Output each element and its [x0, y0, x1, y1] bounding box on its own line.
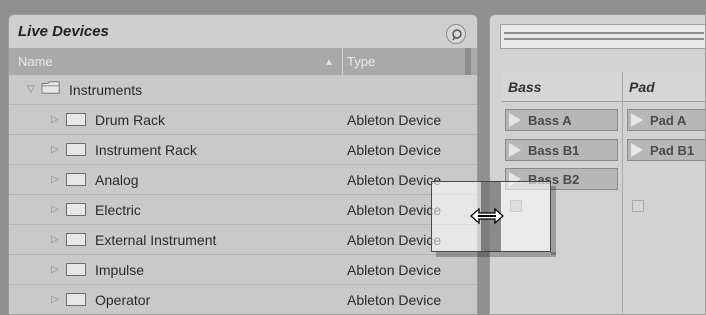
device-label: External Instrument: [95, 232, 217, 248]
expand-triangle-icon[interactable]: ▷: [51, 294, 59, 305]
expand-triangle-icon[interactable]: ▷: [51, 204, 59, 215]
clip-slot[interactable]: Bass B1: [505, 139, 618, 161]
device-label: Electric: [95, 202, 141, 218]
clip-play-icon[interactable]: [631, 113, 643, 127]
expand-triangle-icon[interactable]: ▷: [51, 234, 59, 245]
horizontal-resize-cursor-icon: [470, 207, 504, 225]
expand-triangle-icon[interactable]: ▷: [51, 264, 59, 275]
browser-title: Live Devices: [18, 23, 109, 40]
device-type: Ableton Device: [347, 262, 442, 278]
clip-play-icon[interactable]: [509, 143, 521, 157]
clip-play-icon[interactable]: [631, 143, 643, 157]
folder-row-instruments[interactable]: ▽ Instruments: [9, 75, 477, 105]
clip-name: Pad A: [650, 113, 687, 128]
device-type: Ableton Device: [347, 292, 442, 308]
expand-triangle-icon[interactable]: ▷: [51, 144, 59, 155]
clip-name: Bass A: [528, 113, 572, 128]
search-icon: [452, 29, 462, 41]
column-type-header[interactable]: Type: [347, 54, 375, 69]
track-header-pad[interactable]: Pad: [623, 72, 705, 102]
device-row[interactable]: ▷ Instrument Rack Ableton Device: [9, 135, 477, 165]
search-button[interactable]: [446, 24, 466, 44]
session-view: Bass Pad Bass A Bass B1 Bass B2 Pad A Pa…: [489, 14, 706, 315]
browser-title-bar: Live Devices: [9, 15, 477, 48]
clip-slot[interactable]: Pad B1: [627, 139, 705, 161]
device-type: Ableton Device: [347, 202, 442, 218]
overview-stripe: [504, 38, 704, 40]
folder-label: Instruments: [69, 82, 143, 98]
device-row[interactable]: ▷ Electric Ableton Device: [9, 195, 477, 225]
device-label: Impulse: [95, 262, 145, 278]
device-list: ▽ Instruments ▷ Drum Rack Ableton Device…: [9, 75, 477, 314]
device-type: Ableton Device: [347, 142, 442, 158]
folder-icon: [66, 263, 86, 276]
folder-open-icon: [41, 81, 60, 94]
drag-shadow: [551, 186, 556, 255]
clip-play-icon[interactable]: [509, 113, 521, 127]
column-name-header[interactable]: Name: [18, 54, 53, 69]
expand-triangle-icon[interactable]: ▷: [51, 174, 59, 185]
device-row[interactable]: ▷ Operator Ableton Device: [9, 285, 477, 314]
folder-icon: [66, 293, 86, 306]
device-type: Ableton Device: [347, 232, 442, 248]
folder-icon: [66, 143, 86, 156]
scrollbar-top[interactable]: [465, 48, 471, 75]
device-row[interactable]: ▷ Analog Ableton Device: [9, 165, 477, 195]
column-divider[interactable]: [342, 48, 343, 75]
device-row[interactable]: ▷ External Instrument Ableton Device: [9, 225, 477, 255]
device-label: Drum Rack: [95, 112, 166, 128]
track-name: Bass: [508, 79, 542, 95]
expand-triangle-icon[interactable]: ▷: [51, 114, 59, 125]
device-row[interactable]: ▷ Drum Rack Ableton Device: [9, 105, 477, 135]
clip-slot[interactable]: Pad A: [627, 109, 705, 131]
device-label: Instrument Rack: [95, 142, 197, 158]
clip-stop-button[interactable]: [632, 200, 644, 212]
clip-name: Bass B1: [528, 143, 580, 158]
device-type: Ableton Device: [347, 172, 442, 188]
track-name: Pad: [629, 79, 655, 95]
drag-shadow: [436, 252, 556, 257]
folder-icon: [66, 233, 86, 246]
folder-icon: [66, 113, 86, 126]
folder-icon: [66, 173, 86, 186]
expand-triangle-open-icon[interactable]: ▽: [27, 84, 35, 95]
sort-ascending-icon[interactable]: ▲: [324, 57, 334, 68]
column-header: Name ▲ Type: [9, 48, 477, 75]
clip-name: Pad B1: [650, 143, 695, 158]
device-label: Operator: [95, 292, 151, 308]
device-row[interactable]: ▷ Impulse Ableton Device: [9, 255, 477, 285]
device-type: Ableton Device: [347, 112, 442, 128]
track-header-bass[interactable]: Bass: [502, 72, 622, 102]
clip-slot[interactable]: Bass A: [505, 109, 618, 131]
browser-panel: Live Devices Name ▲ Type ▽ Instruments ▷…: [8, 14, 478, 315]
session-overview[interactable]: [500, 24, 705, 49]
folder-icon: [66, 203, 86, 216]
overview-stripe: [504, 32, 704, 34]
track-divider: [622, 72, 623, 314]
device-label: Analog: [95, 172, 139, 188]
